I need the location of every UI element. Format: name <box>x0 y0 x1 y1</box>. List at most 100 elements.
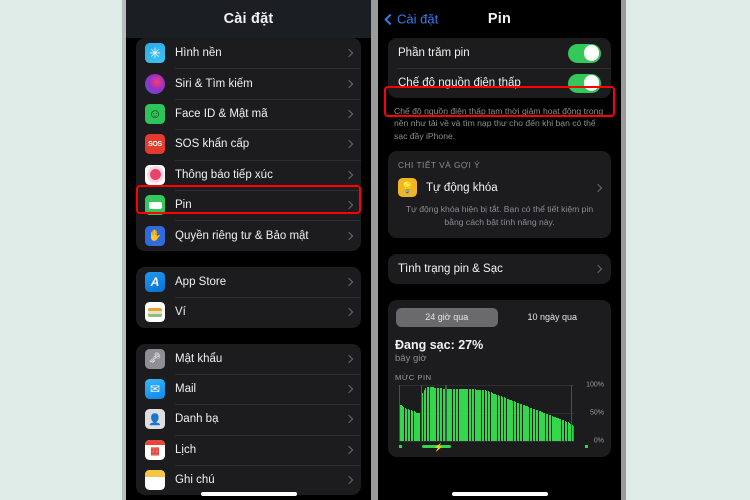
settings-row-label: Danh bạ <box>175 413 219 426</box>
wallpaper-icon <box>145 43 165 64</box>
chevron-right-icon <box>344 170 354 179</box>
home-indicator <box>200 492 297 496</box>
charge-status-title: Đang sạc: 27% <box>395 338 484 353</box>
privacy-hand-icon <box>145 225 165 246</box>
siri-icon <box>145 73 165 94</box>
settings-row-label: Pin <box>175 199 192 212</box>
settings-row[interactable]: Mail <box>136 373 361 404</box>
settings-row[interactable]: Face ID & Mật mã <box>136 98 361 129</box>
battery-health-row[interactable]: Tình trạng pin & Sạc <box>388 254 611 284</box>
battery-percentage-switch[interactable] <box>568 43 601 63</box>
mail-icon <box>145 379 165 400</box>
passwords-key-icon <box>145 348 165 369</box>
settings-row[interactable]: Siri & Tìm kiếm <box>136 68 361 98</box>
phone-divider <box>371 0 378 500</box>
chart-session-line <box>420 385 422 442</box>
battery-title: Pin <box>487 11 512 27</box>
chart-y-axis-label: 0% <box>593 437 604 445</box>
lightbulb-icon <box>398 178 417 198</box>
low-power-mode-switch[interactable] <box>568 73 601 93</box>
battery-health-card[interactable]: Tình trạng pin & Sạc <box>388 254 611 285</box>
faceid-icon <box>145 103 165 124</box>
toggle-row-battery-percentage[interactable]: Phần trăm pin <box>388 38 611 68</box>
settings-row[interactable]: Quyền riêng tư & Bảo mật <box>136 220 361 250</box>
settings-row-label: Ghi chú <box>175 474 215 487</box>
chart-gridline <box>399 441 574 443</box>
segment-last-10-days[interactable]: 10 ngày qua <box>501 308 604 327</box>
settings-row[interactable]: Hình nền <box>136 38 361 68</box>
settings-row[interactable]: Mật khẩu <box>136 344 361 374</box>
settings-row[interactable]: Thông báo tiếp xúc <box>136 159 361 190</box>
settings-row-label: Quyền riêng tư & Bảo mật <box>175 229 309 242</box>
calendar-icon <box>145 439 165 460</box>
settings-row-label: Face ID & Mật mã <box>175 107 268 120</box>
chevron-right-icon <box>344 109 354 119</box>
details-suggestions-card: CHI TIẾT VÀ GỢI Ý Tự động khóa Tự động k… <box>388 151 611 239</box>
chart-bar <box>573 426 575 442</box>
chevron-right-icon <box>344 231 354 240</box>
chart-charging-dot <box>399 445 402 449</box>
battery-icon <box>145 195 165 216</box>
battery-level-chart: 100% 50% 0% ⚡ <box>395 382 604 452</box>
settings-row-label: Siri & Tìm kiếm <box>175 77 253 90</box>
battery-health-label: Tình trạng pin & Sạc <box>398 263 503 276</box>
wallet-icon <box>145 302 165 323</box>
auto-lock-row[interactable]: Tự động khóa <box>388 175 611 203</box>
settings-row[interactable]: App Store <box>136 267 361 297</box>
segment-last-24-hours[interactable]: 24 giờ qua <box>395 307 498 327</box>
right-phone-edge <box>621 0 626 500</box>
chart-session-line <box>399 385 401 442</box>
home-indicator <box>451 492 548 496</box>
toggle-row-low-power-mode[interactable]: Chế độ nguồn điện thấp <box>388 68 611 98</box>
settings-row-label: Lịch <box>175 443 197 456</box>
back-label: Cài đặt <box>397 11 439 27</box>
app-store-icon <box>145 271 165 292</box>
settings-row[interactable]: Pin <box>136 189 361 220</box>
chevron-right-icon <box>344 476 354 485</box>
settings-row[interactable]: Lịch <box>136 434 361 465</box>
settings-row[interactable]: Danh bạ <box>136 404 361 434</box>
settings-title: Cài đặt <box>223 11 274 27</box>
auto-lock-description: Tự động khóa hiện bị tắt. Bạn có thể tiế… <box>405 204 594 228</box>
chart-plot-area <box>399 385 575 442</box>
chart-section-label: MỨC PIN <box>395 373 432 383</box>
back-button[interactable]: Cài đặt <box>384 11 439 27</box>
chevron-right-icon <box>593 264 603 274</box>
chevron-left-icon <box>384 13 396 25</box>
settings-row-label: Mail <box>175 383 197 396</box>
low-power-mode-footnote: Chế độ nguồn điện thấp tạm thời giảm hoạ… <box>394 106 604 141</box>
chevron-right-icon <box>344 445 354 455</box>
chart-charging-dot <box>584 445 588 449</box>
screenshot-root: Cài đặt Hình nền Siri & Tìm kiếm Face ID &… <box>0 0 750 500</box>
chevron-right-icon <box>344 384 354 394</box>
contacts-icon <box>145 409 165 430</box>
chevron-right-icon <box>344 308 354 317</box>
chart-session-line <box>445 385 447 442</box>
battery-scroll[interactable]: Phần trăm pin Chế độ nguồn điện thấp Chế… <box>378 38 621 500</box>
right-phone-screen: Cài đặt Pin Phần trăm pin Chế độ nguồn đ… <box>378 0 621 500</box>
settings-row[interactable]: Ví <box>136 297 361 327</box>
switch-knob <box>583 75 600 91</box>
settings-row-label: App Store <box>175 275 227 288</box>
chevron-right-icon <box>344 200 354 210</box>
battery-usage-card: 24 giờ qua 10 ngày qua Đang sạc: 27% bây… <box>388 300 611 458</box>
left-phone-screen: Cài đặt Hình nền Siri & Tìm kiếm Face ID &… <box>126 0 371 500</box>
settings-list[interactable]: Hình nền Siri & Tìm kiếm Face ID & Mật mã S… <box>126 38 371 500</box>
settings-row-label: Thông báo tiếp xúc <box>175 168 273 181</box>
chevron-right-icon <box>344 277 354 287</box>
chevron-right-icon <box>344 140 354 149</box>
chart-y-axis-label: 50% <box>589 409 604 417</box>
chevron-right-icon <box>593 183 603 193</box>
chart-session-line <box>571 385 573 442</box>
chevron-right-icon <box>344 354 354 363</box>
settings-row[interactable]: SOS SOS khẩn cấp <box>136 129 361 159</box>
settings-row-label: Mật khẩu <box>175 352 223 365</box>
low-power-mode-label: Chế độ nguồn điện thấp <box>398 77 521 89</box>
charging-bolt-icon: ⚡ <box>433 442 444 452</box>
settings-row[interactable]: Ghi chú <box>136 465 361 495</box>
time-range-segmented-control[interactable]: 24 giờ qua 10 ngày qua <box>393 305 606 330</box>
battery-percentage-label: Phần trăm pin <box>398 47 470 59</box>
charge-status-subtitle: bây giờ <box>395 353 427 365</box>
chevron-right-icon <box>344 48 354 58</box>
exposure-notification-icon <box>145 164 165 185</box>
